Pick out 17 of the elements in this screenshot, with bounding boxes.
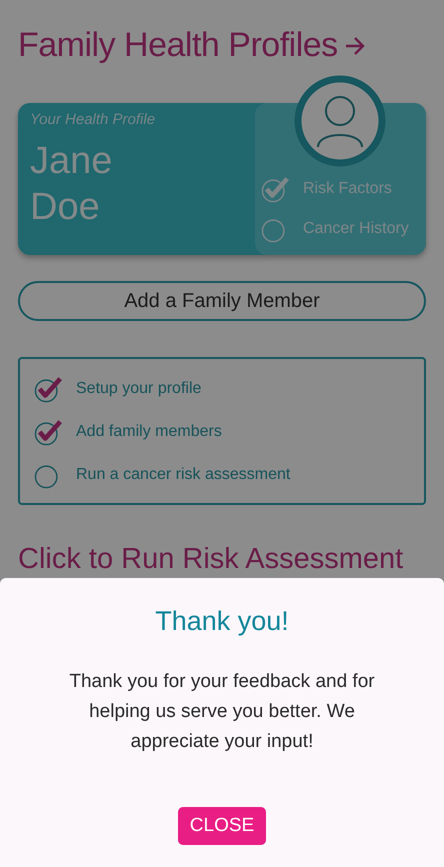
checklist-item: Add family members (76, 423, 222, 441)
avatar-icon (294, 75, 386, 167)
dialog-message: Thank you for your feedback and for helping us serve you better. We appreciate your input! (68, 670, 376, 754)
checklist-item: Run a cancer risk assessment (76, 466, 290, 484)
checklist-item: Setup your profile (76, 380, 202, 398)
status-label: Risk Factors (303, 180, 392, 198)
arrow-right-icon[interactable] (344, 36, 366, 56)
close-button[interactable]: CLOSE (178, 807, 266, 845)
add-family-member-button[interactable]: Add a Family Member (18, 281, 426, 321)
dialog-title: Thank you! (155, 606, 289, 637)
page-title[interactable]: Family Health Profiles (18, 26, 338, 65)
last-name: Doe (30, 185, 100, 230)
run-assessment-link[interactable]: Click to Run Risk Assessment (18, 543, 426, 576)
first-name: Jane (30, 139, 112, 184)
profile-card[interactable]: Your Health Profile Jane Doe Risk Factors Cancer History (18, 103, 426, 255)
status-label: Cancer History (303, 220, 409, 238)
card-label: Your Health Profile (30, 111, 156, 128)
